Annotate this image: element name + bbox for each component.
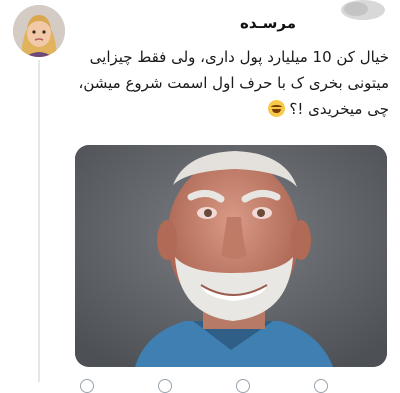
meme-photo-old-man-smiling bbox=[75, 145, 387, 367]
avatar-image bbox=[13, 5, 65, 57]
tweet-text: خیال کن 10 میلیارد پول داری، ولی فقط چیز… bbox=[78, 44, 390, 122]
user-avatar[interactable] bbox=[13, 5, 65, 57]
share-icon[interactable] bbox=[314, 379, 328, 393]
like-icon[interactable] bbox=[236, 379, 250, 393]
tweet-card[interactable]: مرسـده خیال کن 10 میلیارد پول داری، ولی … bbox=[0, 0, 400, 393]
tweet-media[interactable] bbox=[75, 145, 387, 367]
tweet-line-1: خیال کن 10 میلیارد پول داری، ولی فقط چیز… bbox=[89, 48, 389, 66]
reply-icon[interactable] bbox=[80, 379, 94, 393]
retweet-icon[interactable] bbox=[158, 379, 172, 393]
tweet-line-2: میتونی بخری ک با حرف اول اسمت شروع میشن، bbox=[78, 74, 390, 92]
display-name[interactable]: مرسـده bbox=[240, 14, 296, 32]
action-bar bbox=[80, 374, 380, 393]
more-options-icon[interactable] bbox=[336, 0, 390, 28]
thread-line bbox=[38, 60, 40, 382]
tweet-line-3-text: چی میخریدی !؟ bbox=[289, 100, 389, 118]
grinning-sweat-emoji bbox=[268, 100, 286, 117]
tweet-line-3: چی میخریدی !؟ bbox=[84, 96, 389, 122]
